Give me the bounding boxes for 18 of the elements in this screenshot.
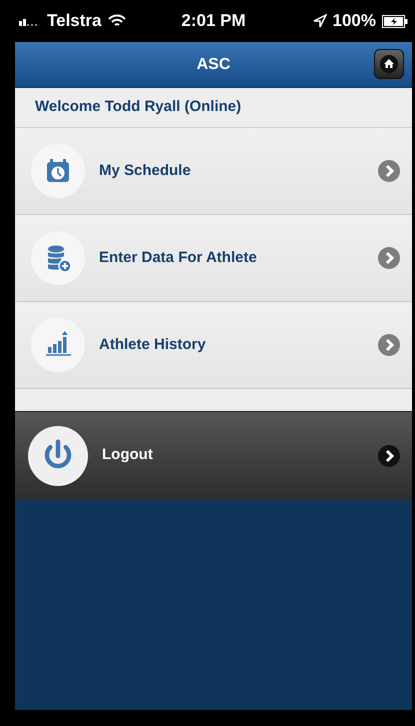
chevron-icon — [378, 334, 400, 356]
chevron-icon — [378, 247, 400, 269]
battery-percentage: 100% — [332, 10, 376, 32]
chevron-icon — [378, 444, 400, 466]
carrier-name: Telstra — [47, 10, 102, 32]
wifi-icon — [108, 14, 126, 28]
menu-label: Enter Data For Athlete — [99, 248, 258, 268]
menu-label: My Schedule — [99, 160, 192, 181]
menu-label: Logout — [102, 445, 154, 466]
chevron-icon — [378, 160, 400, 182]
battery-icon — [382, 14, 408, 28]
home-button[interactable] — [374, 49, 404, 79]
home-icon — [380, 55, 398, 73]
welcome-message: Welcome Todd Ryall (Online) — [35, 97, 242, 118]
clock-time: 2:01 PM — [181, 10, 246, 32]
location-arrow-icon — [312, 14, 327, 28]
menu-label: Athlete History — [99, 334, 207, 355]
app-title: ASC — [196, 54, 230, 74]
